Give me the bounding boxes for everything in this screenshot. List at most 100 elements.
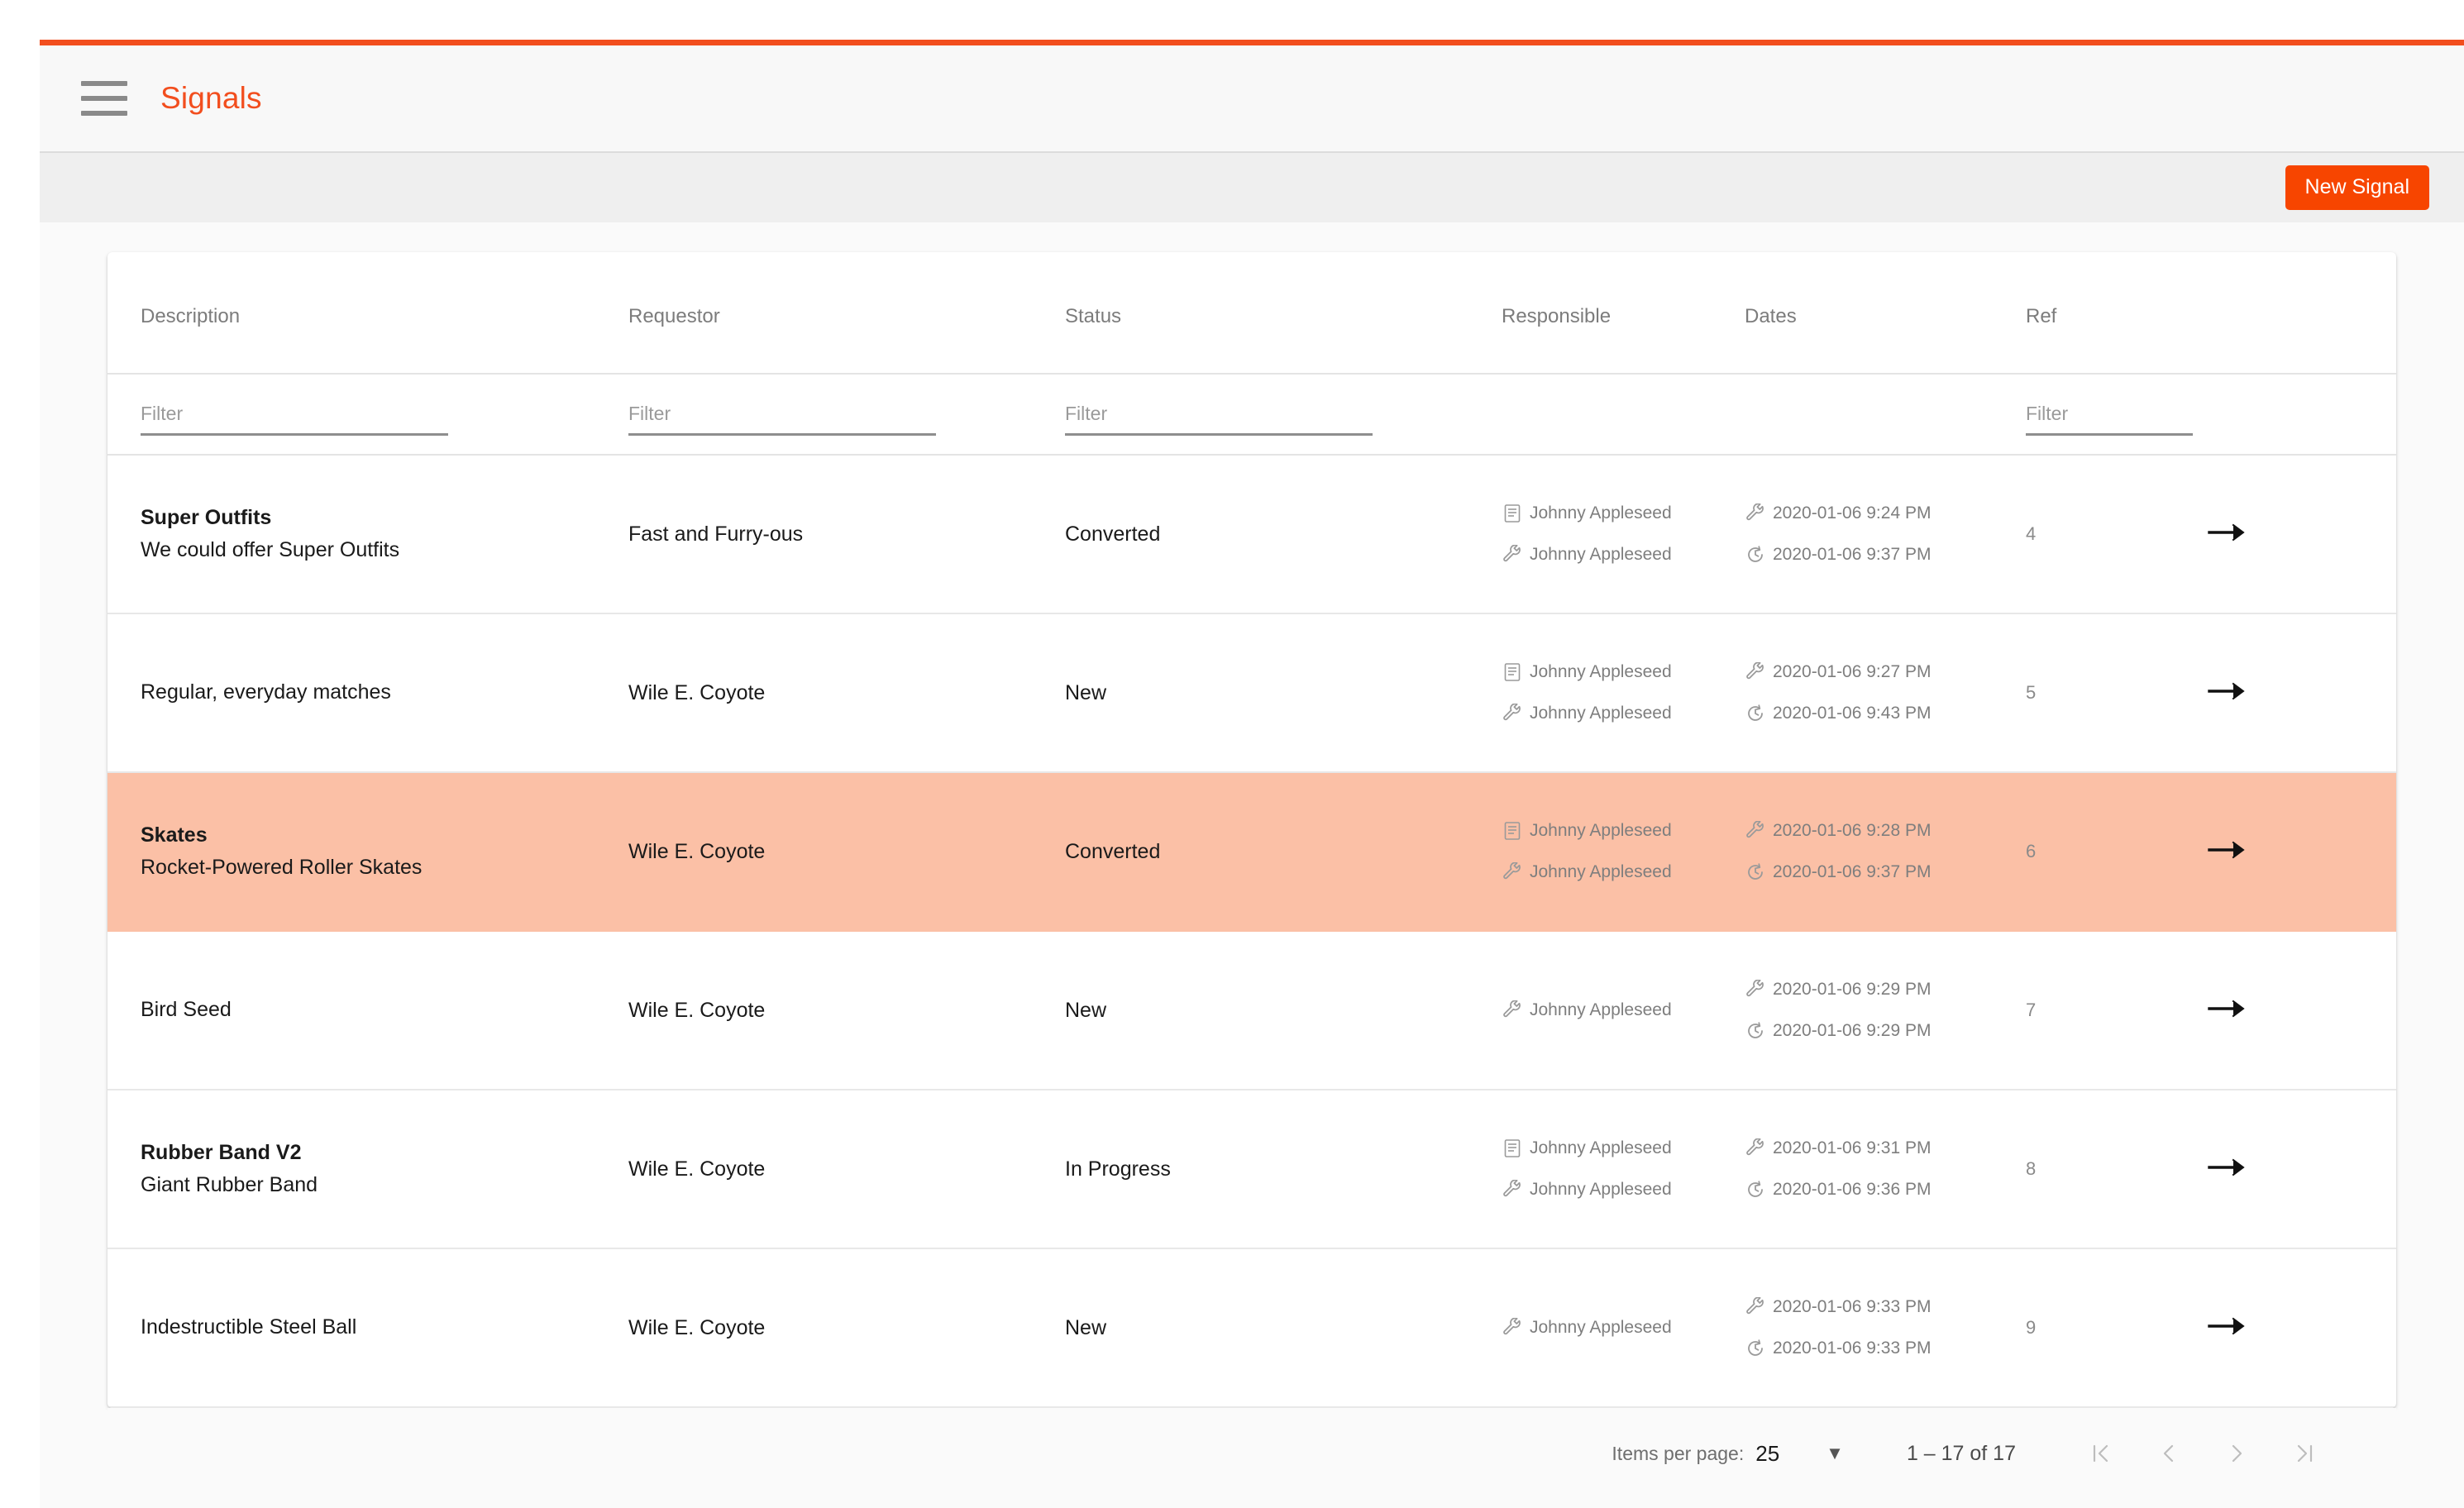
date-value: 2020-01-06 9:29 PM	[1773, 1021, 1932, 1040]
date-entry: 2020-01-06 9:29 PM	[1745, 979, 2026, 1000]
responsible-name: Johnny Appleseed	[1530, 662, 1672, 681]
cell-status: New	[1065, 931, 1502, 1090]
column-header-actions	[2208, 252, 2396, 375]
filter-input-description[interactable]	[141, 403, 448, 436]
wrench-icon	[1745, 503, 1766, 524]
date-entry: 2020-01-06 9:33 PM	[1745, 1296, 2026, 1318]
chevron-down-icon[interactable]: ▼	[1826, 1443, 1844, 1464]
status-value: New	[1065, 1315, 1107, 1339]
table-header-row: Description Requestor Status Responsible…	[107, 252, 2396, 375]
date-entry: 2020-01-06 9:36 PM	[1745, 1179, 2026, 1200]
filter-input-requestor[interactable]	[628, 403, 936, 436]
arrow-right-icon[interactable]	[2208, 680, 2249, 702]
date-entry: 2020-01-06 9:37 PM	[1745, 861, 2026, 883]
responsible-entry: Johnny Appleseed	[1502, 1317, 1745, 1339]
cell-responsible: Johnny Appleseed Johnny Appleseed	[1502, 1090, 1745, 1249]
date-value: 2020-01-06 9:24 PM	[1773, 503, 1932, 523]
arrow-right-icon[interactable]	[2208, 1157, 2249, 1178]
first-page-icon[interactable]	[2085, 1441, 2117, 1466]
ref-value: 7	[2026, 1000, 2037, 1020]
arrow-right-icon[interactable]	[2208, 522, 2249, 543]
table-row[interactable]: Rubber Band V2 Giant Rubber Band Wile E. C…	[107, 1090, 2396, 1249]
hamburger-menu-icon[interactable]	[81, 81, 127, 116]
cell-dates: 2020-01-06 9:33 PM 2020-01-06 9:33 PM	[1745, 1248, 2026, 1408]
arrow-right-icon[interactable]	[2208, 1315, 2249, 1337]
cell-responsible: Johnny Appleseed Johnny Appleseed	[1502, 772, 1745, 932]
responsible-entry: Johnny Appleseed	[1502, 544, 1745, 566]
wrench-icon	[1502, 703, 1523, 724]
column-header-dates[interactable]: Dates	[1745, 252, 2026, 375]
date-value: 2020-01-06 9:37 PM	[1773, 545, 1932, 564]
responsible-entry: Johnny Appleseed	[1502, 1179, 1745, 1200]
column-header-responsible[interactable]: Responsible	[1502, 252, 1745, 375]
cell-responsible: Johnny Appleseed Johnny Appleseed	[1502, 613, 1745, 773]
table-header: Description Requestor Status Responsible…	[107, 252, 2396, 456]
responsible-name: Johnny Appleseed	[1530, 1000, 1672, 1019]
cell-requestor: Wile E. Coyote	[628, 613, 1065, 773]
filter-cell-responsible	[1502, 374, 1745, 456]
date-entry: 2020-01-06 9:33 PM	[1745, 1338, 2026, 1359]
filter-input-ref[interactable]	[2026, 403, 2194, 436]
signals-table: Description Requestor Status Responsible…	[107, 252, 2396, 1408]
cell-description: Rubber Band V2 Giant Rubber Band	[107, 1090, 628, 1249]
row-subtitle: Indestructible Steel Ball	[141, 1315, 357, 1339]
wrench-icon	[1745, 1296, 1766, 1318]
page-title: Signals	[160, 81, 262, 115]
app-header: Signals	[40, 45, 2464, 153]
clock-refresh-icon	[1745, 861, 1766, 883]
date-value: 2020-01-06 9:29 PM	[1773, 980, 1932, 999]
cell-responsible: Johnny Appleseed	[1502, 1248, 1745, 1408]
status-value: New	[1065, 998, 1107, 1022]
table-filter-row	[107, 374, 2396, 456]
cell-requestor: Wile E. Coyote	[628, 772, 1065, 932]
column-header-status[interactable]: Status	[1065, 252, 1502, 375]
table-row[interactable]: Super Outfits We could offer Super Outfit…	[107, 455, 2396, 614]
items-per-page-label: Items per page:	[1612, 1442, 1745, 1464]
table-row[interactable]: Skates Rocket-Powered Roller Skates Wile E…	[107, 772, 2396, 932]
cell-actions	[2208, 772, 2396, 932]
cell-requestor: Wile E. Coyote	[628, 931, 1065, 1090]
responsible-name: Johnny Appleseed	[1530, 545, 1672, 564]
date-value: 2020-01-06 9:33 PM	[1773, 1339, 1932, 1358]
row-subtitle: We could offer Super Outfits	[141, 538, 400, 561]
items-per-page-value[interactable]: 25	[1755, 1441, 1779, 1467]
filter-cell-status	[1065, 374, 1502, 456]
requestor-value: Wile E. Coyote	[628, 1157, 766, 1181]
arrow-right-icon[interactable]	[2208, 998, 2249, 1019]
status-value: Converted	[1065, 522, 1161, 546]
new-signal-button[interactable]: New Signal	[2285, 165, 2429, 210]
date-value: 2020-01-06 9:43 PM	[1773, 704, 1932, 723]
status-value: Converted	[1065, 839, 1161, 863]
clock-refresh-icon	[1745, 1338, 1766, 1359]
clock-refresh-icon	[1745, 544, 1766, 566]
responsible-entry: Johnny Appleseed	[1502, 861, 1745, 883]
table-row[interactable]: Regular, everyday matches Wile E. Coyote N…	[107, 613, 2396, 773]
column-header-ref[interactable]: Ref	[2026, 252, 2208, 375]
ref-value: 6	[2026, 841, 2037, 861]
table-row[interactable]: Bird Seed Wile E. Coyote New Johnny Applese…	[107, 931, 2396, 1090]
table-row[interactable]: Indestructible Steel Ball Wile E. Coyote N…	[107, 1248, 2396, 1408]
previous-page-icon[interactable]	[2153, 1441, 2185, 1466]
ref-value: 4	[2026, 523, 2037, 544]
wrench-icon	[1502, 861, 1523, 883]
cell-status: New	[1065, 613, 1502, 773]
responsible-name: Johnny Appleseed	[1530, 503, 1672, 523]
wrench-icon	[1745, 661, 1766, 683]
arrow-right-icon[interactable]	[2208, 839, 2249, 861]
wrench-icon	[1745, 1138, 1766, 1159]
responsible-name: Johnny Appleseed	[1530, 704, 1672, 723]
responsible-entry: Johnny Appleseed	[1502, 661, 1745, 683]
clock-refresh-icon	[1745, 1179, 1766, 1200]
filter-input-status[interactable]	[1065, 403, 1373, 436]
responsible-name: Johnny Appleseed	[1530, 1138, 1672, 1157]
column-header-description[interactable]: Description	[107, 252, 628, 375]
last-page-icon[interactable]	[2289, 1441, 2320, 1466]
cell-status: New	[1065, 1248, 1502, 1408]
row-subtitle: Regular, everyday matches	[141, 680, 391, 704]
responsible-name: Johnny Appleseed	[1530, 1318, 1672, 1337]
filter-cell-requestor	[628, 374, 1065, 456]
next-page-icon[interactable]	[2221, 1441, 2252, 1466]
document-icon	[1502, 661, 1523, 683]
column-header-requestor[interactable]: Requestor	[628, 252, 1065, 375]
cell-responsible: Johnny Appleseed	[1502, 931, 1745, 1090]
